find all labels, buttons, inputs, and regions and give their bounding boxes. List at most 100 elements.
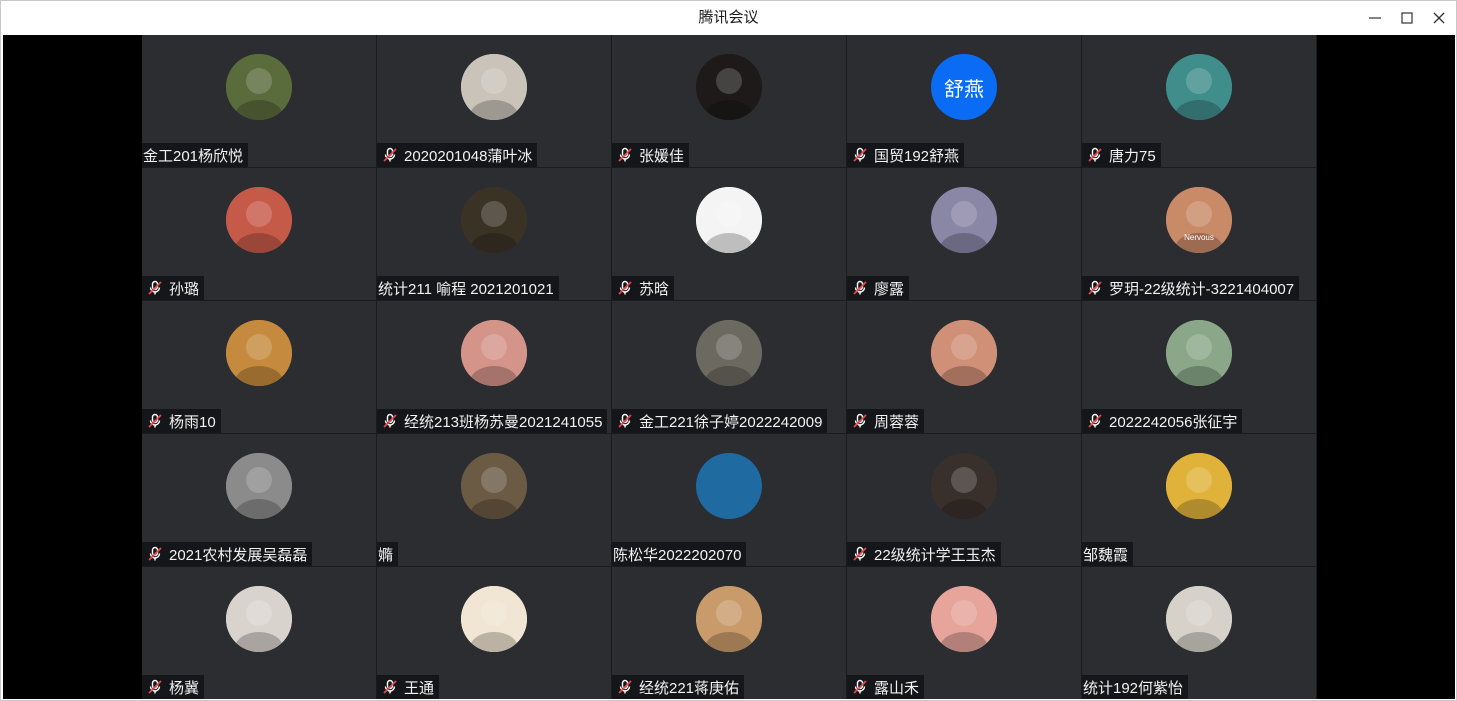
avatar <box>1166 320 1232 386</box>
participant-tile[interactable]: 孙璐 <box>142 168 377 301</box>
participant-tile[interactable]: 周蓉蓉 <box>847 301 1082 434</box>
mic-muted-icon <box>851 412 869 430</box>
participant-name-tag: 经统221蒋庚佑 <box>612 675 745 699</box>
mic-muted-icon <box>851 545 869 563</box>
participant-tile[interactable]: 统计211 喻程 2021201021 <box>377 168 612 301</box>
participant-name: 张媛佳 <box>639 147 685 165</box>
participant-name-tag: 2020201048蒲叶冰 <box>377 143 538 167</box>
mic-muted-icon <box>616 279 634 297</box>
participant-name: 2021农村发展吴磊磊 <box>169 546 308 564</box>
meeting-window: 腾讯会议 金工201杨欣悦 2020201048蒲叶冰 张媛佳 舒燕 国贸192舒燕 唐力… <box>0 0 1457 701</box>
avatar-image <box>226 320 292 386</box>
close-button[interactable] <box>1423 1 1455 35</box>
initials-avatar: 舒燕 <box>931 54 997 120</box>
participant-tile[interactable]: 邹魏霞 <box>1082 434 1317 567</box>
close-icon <box>1433 12 1445 24</box>
mic-muted-icon <box>146 412 164 430</box>
mic-muted-icon <box>148 679 162 694</box>
mic-muted-icon <box>1088 413 1102 428</box>
participant-tile[interactable]: 统计192何紫怡 <box>1082 567 1317 699</box>
participant-name-tag: 2022242056张征宇 <box>1082 409 1243 433</box>
avatar <box>461 320 527 386</box>
maximize-button[interactable] <box>1391 1 1423 35</box>
mic-muted-icon <box>851 678 869 696</box>
participant-tile[interactable]: 杨冀 <box>142 567 377 699</box>
participant-tile[interactable]: 王通 <box>377 567 612 699</box>
mic-muted-icon <box>618 280 632 295</box>
participant-name-tag: 唐力75 <box>1082 143 1161 167</box>
participant-tile[interactable]: 廖露 <box>847 168 1082 301</box>
mic-muted-icon <box>383 679 397 694</box>
avatar-badge-text: Nervous <box>1184 233 1214 242</box>
avatar <box>1166 453 1232 519</box>
participant-tile[interactable]: 嫷 <box>377 434 612 567</box>
participant-tile[interactable]: 2022242056张征宇 <box>1082 301 1317 434</box>
participant-tile[interactable]: 经统221蒋庚佑 <box>612 567 847 699</box>
minimize-button[interactable] <box>1359 1 1391 35</box>
mic-muted-icon <box>851 146 869 164</box>
participant-name: 杨雨10 <box>169 413 216 431</box>
title-bar[interactable]: 腾讯会议 <box>1 1 1456 35</box>
avatar-image <box>696 586 762 652</box>
avatar <box>1166 54 1232 120</box>
avatar-image <box>461 54 527 120</box>
participant-name: 国贸192舒燕 <box>874 147 960 165</box>
participant-tile[interactable]: 金工221徐子婷2022242009 <box>612 301 847 434</box>
participant-tile[interactable]: 经统213班杨苏曼2021241055 <box>377 301 612 434</box>
mic-muted-icon <box>851 279 869 297</box>
participant-name-tag: 周蓉蓉 <box>847 409 925 433</box>
participant-name-tag: 嫷 <box>377 542 399 566</box>
participant-name-tag: 统计211 喻程 2021201021 <box>377 276 559 300</box>
mic-muted-icon <box>1086 146 1104 164</box>
participant-name-tag: 金工221徐子婷2022242009 <box>612 409 828 433</box>
avatar <box>461 54 527 120</box>
avatar-image <box>226 54 292 120</box>
participant-name-tag: 孙璐 <box>142 276 205 300</box>
avatar-image <box>1166 586 1232 652</box>
participant-name: 廖露 <box>874 280 905 298</box>
mic-muted-icon <box>1088 280 1102 295</box>
participant-tile[interactable]: 张媛佳 <box>612 35 847 168</box>
participant-tile[interactable]: 舒燕国贸192舒燕 <box>847 35 1082 168</box>
avatar-image <box>461 586 527 652</box>
participant-name: 2022242056张征宇 <box>1109 413 1238 431</box>
participant-name-tag: 王通 <box>377 675 440 699</box>
participant-name: 杨冀 <box>169 679 200 697</box>
participant-tile[interactable]: 杨雨10 <box>142 301 377 434</box>
participant-tile[interactable]: 2021农村发展吴磊磊 <box>142 434 377 567</box>
avatar-image <box>1166 320 1232 386</box>
participant-name: 苏晗 <box>639 280 670 298</box>
participant-name: 邹魏霞 <box>1083 546 1129 564</box>
avatar-image <box>696 320 762 386</box>
participant-tile[interactable]: 陈松华2022202070 <box>612 434 847 567</box>
avatar <box>226 54 292 120</box>
window-title: 腾讯会议 <box>698 9 759 26</box>
avatar <box>696 586 762 652</box>
participant-name-tag: 2021农村发展吴磊磊 <box>142 542 313 566</box>
avatar <box>931 320 997 386</box>
participant-tile[interactable]: 露山禾 <box>847 567 1082 699</box>
participant-tile[interactable]: 苏晗 <box>612 168 847 301</box>
mic-muted-icon <box>1086 412 1104 430</box>
mic-muted-icon <box>381 412 399 430</box>
avatar-image <box>226 187 292 253</box>
mic-muted-icon <box>381 146 399 164</box>
default-avatar <box>696 453 762 519</box>
avatar <box>226 320 292 386</box>
participant-name-tag: 露山禾 <box>847 675 925 699</box>
participant-name-tag: 张媛佳 <box>612 143 690 167</box>
participant-tile[interactable]: Nervous 罗玥-22级统计-3221404007 <box>1082 168 1317 301</box>
participant-name: 孙璐 <box>169 280 200 298</box>
avatar-image <box>931 320 997 386</box>
participant-tile[interactable]: 2020201048蒲叶冰 <box>377 35 612 168</box>
participant-name: 陈松华2022202070 <box>613 546 742 564</box>
participant-name: 经统221蒋庚佑 <box>639 679 740 697</box>
mic-muted-icon <box>148 546 162 561</box>
participant-tile[interactable]: 22级统计学王玉杰 <box>847 434 1082 567</box>
mic-muted-icon <box>618 147 632 162</box>
participant-name: 唐力75 <box>1109 147 1156 165</box>
participant-tile[interactable]: 唐力75 <box>1082 35 1317 168</box>
avatar <box>931 453 997 519</box>
mic-muted-icon <box>616 412 634 430</box>
participant-tile[interactable]: 金工201杨欣悦 <box>142 35 377 168</box>
